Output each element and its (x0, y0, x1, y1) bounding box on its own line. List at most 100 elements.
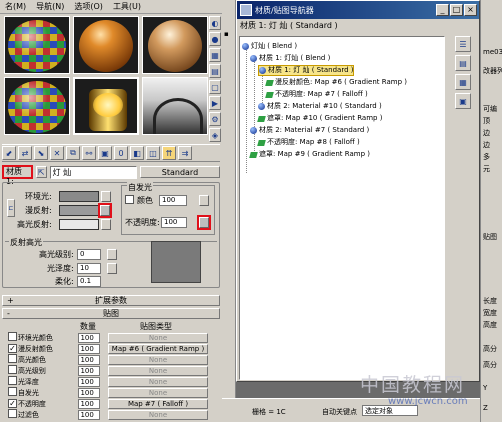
spec-level-map-button[interactable] (107, 249, 117, 260)
map-amount-spinner[interactable]: 100 (78, 354, 101, 365)
sample-slot-1[interactable] (4, 16, 70, 74)
soften-spinner[interactable]: 0.1 (77, 276, 101, 287)
gloss-map-button[interactable] (107, 263, 117, 274)
modifier-list-fragment[interactable]: 改器列 (483, 66, 502, 76)
map-slot-button[interactable]: None (108, 409, 208, 420)
effects-channel-icon[interactable]: 0 (114, 146, 128, 160)
tree-node-mask-map-10[interactable]: 遮罩: Map #10 ( Gradient Ramp ) (257, 113, 382, 124)
tree-node-opacity-map-8[interactable]: 不透明度: Map #8 ( Falloff ) (257, 137, 360, 148)
sample-slot-2[interactable] (73, 16, 139, 74)
sample-slot-3[interactable] (142, 16, 208, 74)
backlight-icon[interactable]: ● (209, 32, 221, 46)
opacity-map-button[interactable] (199, 217, 209, 228)
self-illum-spinner[interactable]: 100 (159, 195, 187, 206)
tree-node-standard-selected[interactable]: 材质 1: 灯 灿 ( Standard ) (258, 65, 355, 76)
editable-fragment[interactable]: 可编 (483, 104, 497, 114)
map-amount-spinner[interactable]: 100 (78, 343, 101, 354)
border-fragment[interactable]: 边 (483, 140, 490, 150)
tree-node-material-7[interactable]: 材质 2: Material #7 ( Standard ) (250, 125, 369, 136)
sample-type-icon[interactable]: ◐ (209, 16, 221, 30)
menu-tools[interactable]: 工具(U) (108, 1, 146, 12)
diffuse-map-button[interactable] (100, 205, 110, 216)
map-amount-spinner[interactable]: 100 (78, 398, 101, 409)
map-enable-checkbox[interactable] (8, 387, 17, 396)
sample-slot-4[interactable] (4, 77, 70, 135)
material-type-button[interactable]: Standard (139, 166, 221, 178)
unique-icon[interactable]: ⚯ (82, 146, 96, 160)
map-amount-spinner[interactable]: 100 (78, 365, 101, 376)
diffuse-swatch[interactable] (59, 205, 99, 216)
edge-fragment[interactable]: 边 (483, 128, 490, 138)
tree-node-root[interactable]: 灯灿 ( Blend ) (242, 41, 297, 52)
map-enable-checkbox[interactable] (8, 332, 17, 341)
minimize-button[interactable]: _ (436, 4, 449, 16)
specular-swatch[interactable] (59, 219, 99, 230)
map-amount-spinner[interactable]: 100 (78, 376, 101, 387)
ambient-map-button[interactable] (101, 191, 111, 202)
map-enable-checkbox[interactable]: ✓ (8, 344, 17, 353)
vertex-fragment[interactable]: 顶 (483, 116, 490, 126)
make-preview-icon[interactable]: ▶ (209, 96, 221, 110)
map-slot-button[interactable]: None (108, 354, 208, 365)
spec-level-spinner[interactable]: 0 (77, 249, 101, 260)
lock-icon[interactable]: ⊏ (7, 199, 15, 217)
map-enable-checkbox[interactable]: ✓ (8, 399, 17, 408)
maximize-button[interactable]: □ (450, 4, 463, 16)
material-name-field[interactable]: 灯 灿 (49, 165, 137, 179)
pick-icon[interactable]: ⇱ (35, 166, 47, 178)
map-enable-checkbox[interactable] (8, 365, 17, 374)
select-by-material-icon[interactable]: ◈ (209, 128, 221, 142)
go-parent-icon[interactable]: ⇈ (162, 146, 176, 160)
polygon-fragment[interactable]: 多 (483, 152, 490, 162)
tree-node-mask-map-9[interactable]: 遮罩: Map #9 ( Gradient Ramp ) (249, 149, 370, 160)
map-enable-checkbox[interactable] (8, 376, 17, 385)
autokey-button[interactable]: 自动关键点 (322, 407, 357, 417)
gloss-spinner[interactable]: 10 (77, 263, 101, 274)
menu-options[interactable]: 选项(O) (69, 1, 108, 12)
sample-slot-6[interactable] (142, 77, 208, 135)
map-slot-button[interactable]: None (108, 376, 208, 387)
menu-material[interactable]: 名(M) (0, 1, 31, 12)
maps-rollout[interactable]: - 贴图 (2, 308, 220, 319)
map-slot-button[interactable]: None (108, 332, 208, 343)
show-end-icon[interactable]: ◫ (146, 146, 160, 160)
map-slot-button[interactable]: Map #7 ( Falloff ) (108, 398, 208, 409)
map-enable-checkbox[interactable] (8, 409, 17, 418)
sample-slot-5-selected[interactable] (73, 77, 139, 135)
reset-icon[interactable]: ✕ (50, 146, 64, 160)
opacity-spinner[interactable]: 100 (161, 217, 187, 228)
extended-params-rollout[interactable]: + 扩展参数 (2, 295, 220, 306)
menu-navigation[interactable]: 导航(N) (31, 1, 69, 12)
tree-node-blend[interactable]: 材质 1: 灯灿 ( Blend ) (250, 53, 330, 64)
ambient-swatch[interactable] (59, 191, 99, 202)
background-icon[interactable]: ▦ (209, 48, 221, 62)
uv-tiling-icon[interactable]: ▤ (209, 64, 221, 78)
view-list-icons-icon[interactable]: ▤ (455, 55, 471, 71)
close-button[interactable]: × (464, 4, 477, 16)
map-enable-checkbox[interactable] (8, 354, 17, 363)
view-list-icon[interactable]: ☰ (455, 36, 471, 52)
library-icon[interactable]: ▣ (98, 146, 112, 160)
map-slot-button[interactable]: Map #6 ( Gradient Ramp ) (108, 343, 208, 354)
tree-node-diffuse-map[interactable]: 漫反射颜色: Map #6 ( Gradient Ramp ) (265, 77, 407, 88)
copy-icon[interactable]: ⧉ (66, 146, 80, 160)
show-map-icon[interactable]: ◧ (130, 146, 144, 160)
put-to-scene-icon[interactable]: ⇄ (18, 146, 32, 160)
view-large-icons-icon[interactable]: ▣ (455, 93, 471, 109)
self-illum-color-checkbox[interactable] (125, 195, 134, 204)
video-check-icon[interactable]: ▢ (209, 80, 221, 94)
map-slot-button[interactable]: None (108, 365, 208, 376)
get-material-icon[interactable]: ⬋ (2, 146, 16, 160)
specular-map-button[interactable] (101, 219, 111, 230)
assign-icon[interactable]: ⬊ (34, 146, 48, 160)
tree-node-material-10[interactable]: 材质 2: Material #10 ( Standard ) (258, 101, 382, 112)
tree-node-opacity-map[interactable]: 不透明度: Map #7 ( Falloff ) (265, 89, 368, 100)
view-small-icons-icon[interactable]: ▦ (455, 74, 471, 90)
map-amount-spinner[interactable]: 100 (78, 387, 101, 398)
element-fragment[interactable]: 元 (483, 164, 490, 174)
go-sibling-icon[interactable]: ⇉ (178, 146, 192, 160)
self-illum-map-button[interactable] (199, 195, 209, 206)
options-icon[interactable]: ⚙ (209, 112, 221, 126)
map-amount-spinner[interactable]: 100 (78, 332, 101, 343)
map-slot-button[interactable]: None (108, 387, 208, 398)
